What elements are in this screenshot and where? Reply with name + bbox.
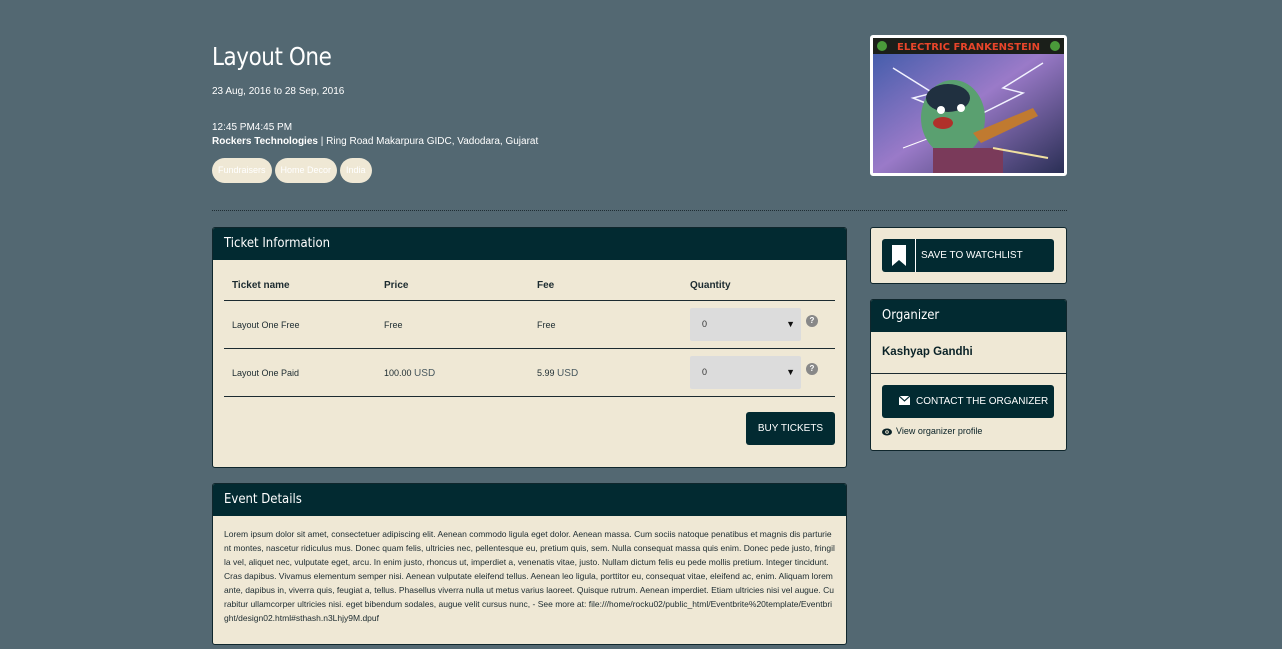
contact-label: CONTACT THE ORGANIZER xyxy=(916,396,1049,407)
eye-icon xyxy=(882,428,892,436)
column-ticket-name: Ticket name xyxy=(232,280,290,291)
fee-currency: USD xyxy=(557,368,579,379)
event-venue: Rockers Technologies | Ring Road Makarpu… xyxy=(212,136,832,150)
column-fee: Fee xyxy=(537,280,555,291)
ticket-fee: Free xyxy=(537,320,556,331)
event-details-header: Event Details xyxy=(213,484,846,516)
caret-down-icon: ▼ xyxy=(786,319,795,329)
ticket-table: Ticket name Price Fee Quantity Layout On… xyxy=(224,260,835,397)
organizer-header: Organizer xyxy=(871,300,1066,332)
save-to-watchlist-button[interactable]: SAVE TO WATCHLIST xyxy=(882,239,1054,272)
profile-link-label: View organizer profile xyxy=(896,426,983,436)
price-currency: USD xyxy=(414,368,436,379)
column-quantity: Quantity xyxy=(690,280,731,291)
quantity-select[interactable]: 0 ▼ xyxy=(690,356,801,389)
event-header: Layout One 23 Aug, 2016 to 28 Sep, 2016 … xyxy=(212,40,832,183)
tag-list: Fundraisers Home Decor India xyxy=(212,158,832,183)
watchlist-label: SAVE TO WATCHLIST xyxy=(921,250,1023,261)
organizer-panel: Organizer Kashyap Gandhi CONTACT THE ORG… xyxy=(870,299,1067,451)
bookmark-icon xyxy=(882,239,916,272)
event-artwork: ELECTRIC FRANKENSTEIN xyxy=(873,38,1064,173)
event-dates: 23 Aug, 2016 to 28 Sep, 2016 xyxy=(212,86,345,97)
column-price: Price xyxy=(384,280,409,291)
fee-value: Free xyxy=(537,320,556,330)
caret-down-icon: ▼ xyxy=(786,367,795,377)
ticket-name: Layout One Free xyxy=(232,320,300,330)
organizer-title: Organizer xyxy=(882,308,940,323)
ticket-price: 100.00 USD xyxy=(384,368,435,379)
watchlist-panel: SAVE TO WATCHLIST xyxy=(870,227,1067,284)
event-title: Layout One xyxy=(212,42,332,71)
tag-fundraisers[interactable]: Fundraisers xyxy=(212,158,272,183)
price-value: 100.00 xyxy=(384,368,412,378)
header-divider xyxy=(212,210,1067,211)
image-caption: ELECTRIC FRANKENSTEIN xyxy=(897,42,1040,53)
contact-organizer-button[interactable]: CONTACT THE ORGANIZER xyxy=(882,385,1054,418)
price-value: Free xyxy=(384,320,403,330)
question-icon[interactable]: ? xyxy=(806,315,818,327)
ticket-panel: Ticket Information Ticket name Price Fee… xyxy=(212,227,847,468)
tag-india[interactable]: India xyxy=(340,158,372,183)
ticket-name: Layout One Paid xyxy=(232,368,300,378)
tag-home-decor[interactable]: Home Decor xyxy=(274,158,338,183)
quantity-select[interactable]: 0 ▼ xyxy=(690,308,801,341)
venue-address: | Ring Road Makarpura GIDC, Vadodara, Gu… xyxy=(317,136,539,147)
quantity-value: 0 xyxy=(702,319,708,329)
buy-tickets-button[interactable]: BUY TICKETS xyxy=(746,412,835,445)
quantity-value: 0 xyxy=(702,367,708,377)
view-organizer-profile-link[interactable]: View organizer profile xyxy=(882,426,982,436)
ticket-price: Free xyxy=(384,320,403,331)
table-row: Layout One Free Free Free 0 ▼ ? xyxy=(224,301,835,349)
envelope-icon xyxy=(898,395,911,405)
ticket-table-header: Ticket name Price Fee Quantity xyxy=(224,260,835,301)
ticket-fee: 5.99 USD xyxy=(537,368,578,379)
table-row: Layout One Paid 100.00 USD 5.99 USD 0 ▼ … xyxy=(224,349,835,397)
question-icon[interactable]: ? xyxy=(806,363,818,375)
event-image: ELECTRIC FRANKENSTEIN xyxy=(870,35,1067,176)
ticket-panel-title: Ticket Information xyxy=(224,236,331,251)
event-details-title: Event Details xyxy=(224,492,302,507)
venue-name: Rockers Technologies xyxy=(212,136,318,147)
organizer-name: Kashyap Gandhi xyxy=(871,332,1066,374)
event-time: 12:45 PM4:45 PM xyxy=(212,122,293,133)
event-details-panel: Event Details Lorem ipsum dolor sit amet… xyxy=(212,483,847,645)
ticket-panel-header: Ticket Information xyxy=(213,228,846,260)
event-description: Lorem ipsum dolor sit amet, consectetuer… xyxy=(224,529,835,623)
fee-value: 5.99 xyxy=(537,368,555,378)
